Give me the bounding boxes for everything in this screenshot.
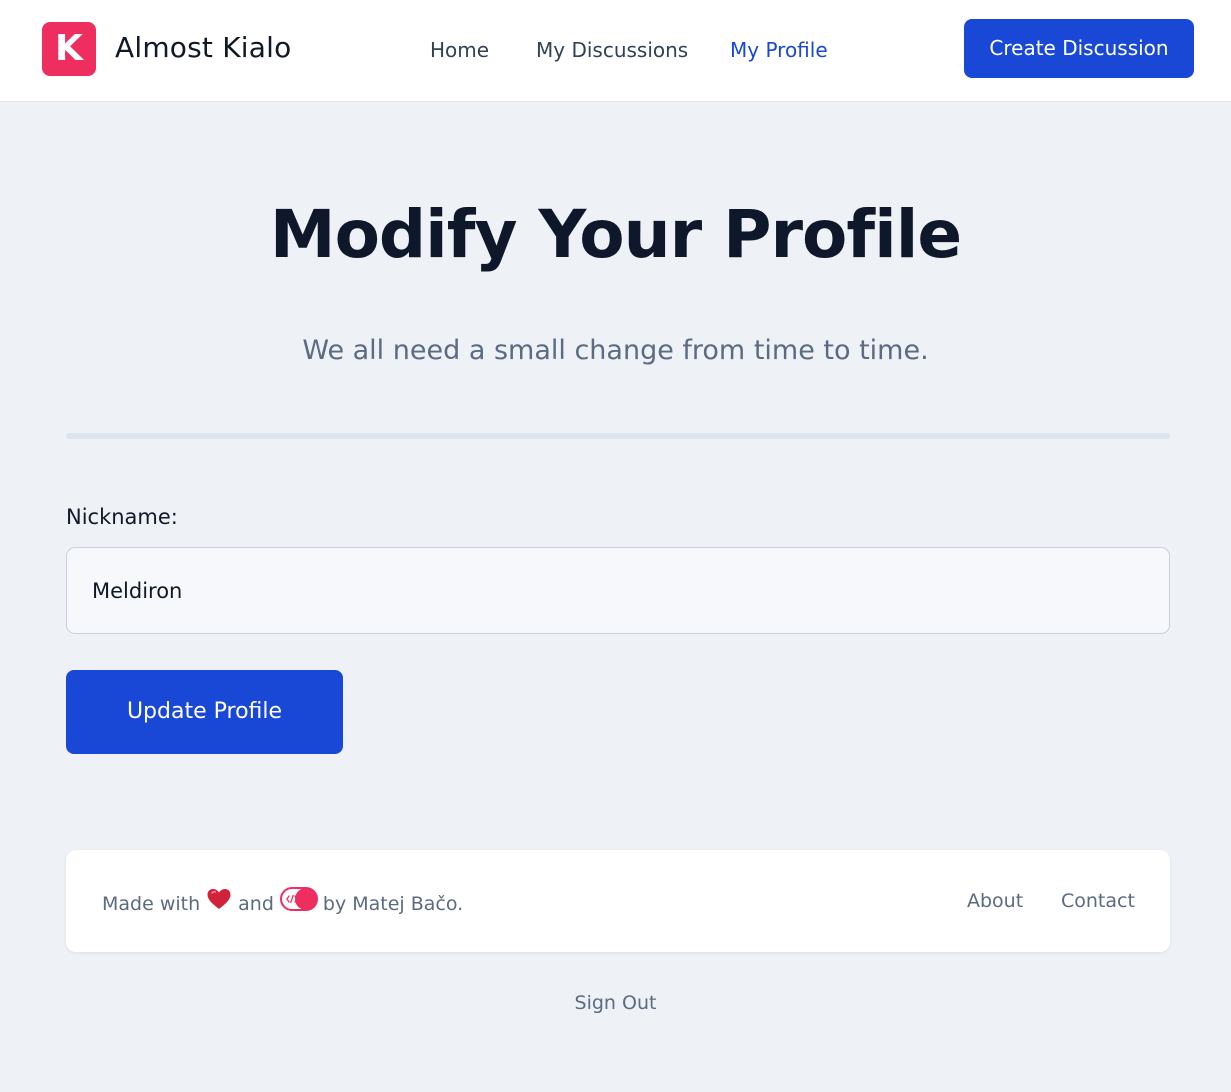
footer-card: Made with and by Matej Bačo. About Conta…	[66, 850, 1170, 952]
footer-made-with-text: Made with	[102, 892, 201, 915]
nickname-input[interactable]	[66, 547, 1170, 634]
section-divider	[66, 433, 1170, 439]
nav-my-discussions[interactable]: My Discussions	[536, 36, 688, 64]
brand-name[interactable]: Almost Kialo	[115, 28, 291, 68]
update-profile-button[interactable]: Update Profile	[66, 670, 343, 754]
page-subtitle: We all need a small change from time to …	[302, 335, 929, 366]
heart-icon	[200, 887, 238, 920]
signout-container: Sign Out	[0, 988, 1231, 1018]
footer-by-text: by Matej Bačo.	[322, 892, 464, 915]
footer-link-about[interactable]: About	[967, 886, 1023, 916]
create-discussion-button[interactable]: Create Discussion	[964, 19, 1194, 78]
app-logo[interactable]: K	[42, 22, 96, 76]
toggle-icon	[274, 886, 323, 921]
nav-home[interactable]: Home	[430, 36, 489, 64]
sign-out-link[interactable]: Sign Out	[575, 992, 657, 1014]
nickname-label: Nickname:	[66, 505, 178, 529]
footer-credits: Made with and by Matej Bačo.	[102, 886, 463, 921]
footer-link-contact[interactable]: Contact	[1061, 886, 1135, 916]
nav-my-profile[interactable]: My Profile	[730, 36, 828, 64]
top-navbar: K Almost Kialo Home My Discussions My Pr…	[0, 0, 1231, 102]
page-title: Modify Your Profile	[269, 196, 962, 273]
footer-and-text: and	[238, 892, 274, 915]
